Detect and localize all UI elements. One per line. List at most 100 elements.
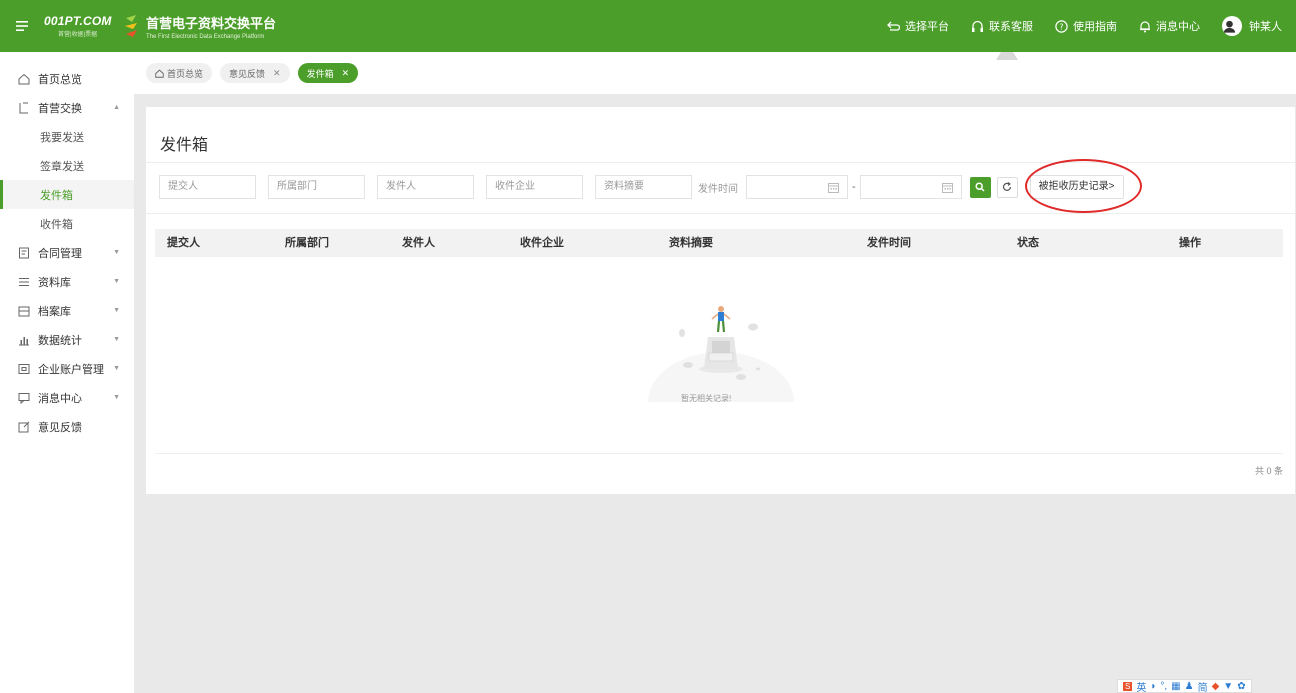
sidebar-item-exchange[interactable]: 首营交换 ▲ (0, 93, 134, 122)
brand: 首营电子资料交换平台 The First Electronic Data Exc… (146, 13, 276, 40)
ime-mode-icon: 英 (1136, 682, 1147, 693)
sidebar-item-label: 合同管理 (38, 247, 82, 260)
sidebar-item-archive[interactable]: 档案库 ▼ (0, 296, 134, 325)
sidebar-item-contracts[interactable]: 合同管理 ▼ (0, 238, 134, 267)
customer-service-label: 联系客服 (989, 21, 1033, 33)
ime-shirt-icon: ▼ (1223, 680, 1234, 692)
sidebar-subitem-send[interactable]: 我要发送 (0, 122, 134, 151)
sidebar-item-label: 企业账户管理 (38, 363, 104, 376)
search-button[interactable] (969, 176, 991, 198)
account-icon (18, 363, 30, 375)
ime-logo-icon: S (1123, 681, 1133, 691)
sidebar-item-statistics[interactable]: 数据统计 ▼ (0, 325, 134, 354)
sidebar: 首页总览 首营交换 ▲ 我要发送 签章发送 发件箱 收件箱 合同管理 ▼ 资料库… (0, 52, 134, 693)
date-separator: - (852, 181, 856, 193)
avatar (1222, 16, 1242, 36)
column-header: 发件人 (402, 237, 435, 249)
column-header: 发件时间 (867, 237, 911, 249)
start-date-input[interactable] (746, 175, 848, 199)
sidebar-subitem-outbox[interactable]: 发件箱 (0, 180, 134, 209)
brand-title: 首营电子资料交换平台 (146, 15, 277, 31)
sidebar-item-home[interactable]: 首页总览 (0, 64, 134, 93)
refresh-button[interactable] (996, 176, 1018, 198)
sidebar-item-label: 首页总览 (38, 73, 82, 86)
end-date-input[interactable] (859, 175, 962, 199)
ime-settings-icon: ✿ (1237, 680, 1246, 692)
page-title: 发件箱 (160, 137, 209, 154)
sidebar-item-feedback[interactable]: 意见反馈 (0, 412, 134, 441)
user-guide-button[interactable]: ? 使用指南 (1044, 0, 1128, 52)
sender-input[interactable]: 发件人 (377, 175, 474, 199)
chevron-down-icon: ▼ (113, 336, 120, 343)
tab-label: 首页总览 (167, 68, 204, 79)
tab-scroll-indicator-icon (996, 52, 1018, 60)
chevron-down-icon: ▼ (113, 307, 120, 314)
chart-icon (18, 334, 30, 346)
library-icon (18, 276, 30, 288)
sidebar-item-account[interactable]: 企业账户管理 ▼ (0, 354, 134, 383)
bell-icon (1140, 20, 1150, 32)
summary-input[interactable]: 资料摘要 (595, 175, 692, 199)
outbox-panel: 发件箱 提交人 所属部门 发件人 收件企业 资料摘要 发件时间 - 被拒收历史记… (146, 107, 1295, 494)
divider (146, 213, 1295, 214)
contract-icon (18, 247, 30, 259)
table-header: 提交人 所属部门 发件人 收件企业 资料摘要 发件时间 状态 操作 (155, 229, 1283, 257)
header-actions: 选择平台 联系客服 ? 使用指南 消息中心 钟某人 (876, 0, 1296, 52)
archive-icon (18, 305, 30, 317)
select-platform-button[interactable]: 选择平台 (876, 0, 960, 52)
chevron-down-icon: ▼ (113, 278, 120, 285)
sidebar-subitem-sign-send[interactable]: 签章发送 (0, 151, 134, 180)
sidebar-item-label: 首营交换 (38, 102, 82, 115)
filter-bar: 提交人 所属部门 发件人 收件企业 资料摘要 发件时间 - 被拒收历史记录> (159, 175, 1124, 199)
column-header: 收件企业 (520, 237, 564, 249)
tab-outbox[interactable]: 发件箱 ✕ (297, 63, 359, 83)
receiver-company-input[interactable]: 收件企业 (486, 175, 583, 199)
calendar-icon (828, 183, 839, 193)
menu-toggle-icon[interactable] (0, 0, 44, 52)
home-icon (155, 69, 164, 78)
calendar-icon (941, 183, 953, 193)
divider (146, 162, 1295, 163)
department-input[interactable]: 所属部门 (268, 175, 365, 199)
sidebar-item-label: 资料库 (38, 276, 71, 289)
user-name: 钟某人 (1249, 21, 1282, 33)
sidebar-item-label: 档案库 (38, 305, 71, 318)
total-count: 共 0 条 (1254, 466, 1283, 476)
empty-state-text: 暂无相关记录! (681, 394, 732, 403)
column-header: 所属部门 (285, 237, 329, 249)
help-icon: ? (1055, 19, 1068, 33)
top-header: 001PT.COM 首营|收据|票据 首营电子资料交换平台 The First … (0, 0, 1296, 52)
sidebar-item-library[interactable]: 资料库 ▼ (0, 267, 134, 296)
sidebar-item-label: 意见反馈 (38, 421, 82, 434)
ime-keyboard-icon: ▦ (1171, 680, 1181, 692)
column-header: 提交人 (167, 237, 200, 249)
logo-subtext: 首营|收据|票据 (58, 32, 98, 38)
user-menu[interactable]: 钟某人 (1211, 0, 1296, 52)
refresh-icon (1003, 182, 1012, 191)
column-header: 资料摘要 (669, 237, 713, 249)
tab-feedback[interactable]: 意见反馈 ✕ (220, 63, 290, 83)
customer-service-button[interactable]: 联系客服 (960, 0, 1044, 52)
column-header: 操作 (1179, 237, 1201, 249)
message-icon (18, 392, 30, 404)
home-icon (18, 73, 30, 85)
close-icon[interactable]: ✕ (273, 68, 281, 79)
send-time-label: 发件时间 (698, 183, 738, 195)
ime-skin-icon: ◆ (1211, 680, 1220, 692)
close-icon[interactable]: ✕ (342, 68, 350, 79)
headset-icon (972, 20, 983, 32)
divider (155, 453, 1283, 454)
tab-strip: 首页总览 意见反馈 ✕ 发件箱 ✕ (134, 52, 1296, 94)
message-center-button[interactable]: 消息中心 (1128, 0, 1211, 52)
chevron-down-icon: ▼ (113, 249, 120, 256)
exchange-icon (18, 102, 30, 114)
ime-toolbar[interactable]: S 英 ◗ °, ▦ ♟ 简 ◆ ▼ ✿ (1117, 679, 1252, 693)
sidebar-item-messages[interactable]: 消息中心 ▼ (0, 383, 134, 412)
feedback-icon (18, 421, 30, 433)
tab-home[interactable]: 首页总览 (146, 63, 213, 83)
submitter-input[interactable]: 提交人 (159, 175, 256, 199)
sidebar-subitem-inbox[interactable]: 收件箱 (0, 209, 134, 238)
brand-subtitle: The First Electronic Data Exchange Platf… (146, 33, 265, 40)
logo[interactable]: 001PT.COM 首营|收据|票据 (44, 0, 137, 52)
select-platform-label: 选择平台 (905, 21, 949, 33)
